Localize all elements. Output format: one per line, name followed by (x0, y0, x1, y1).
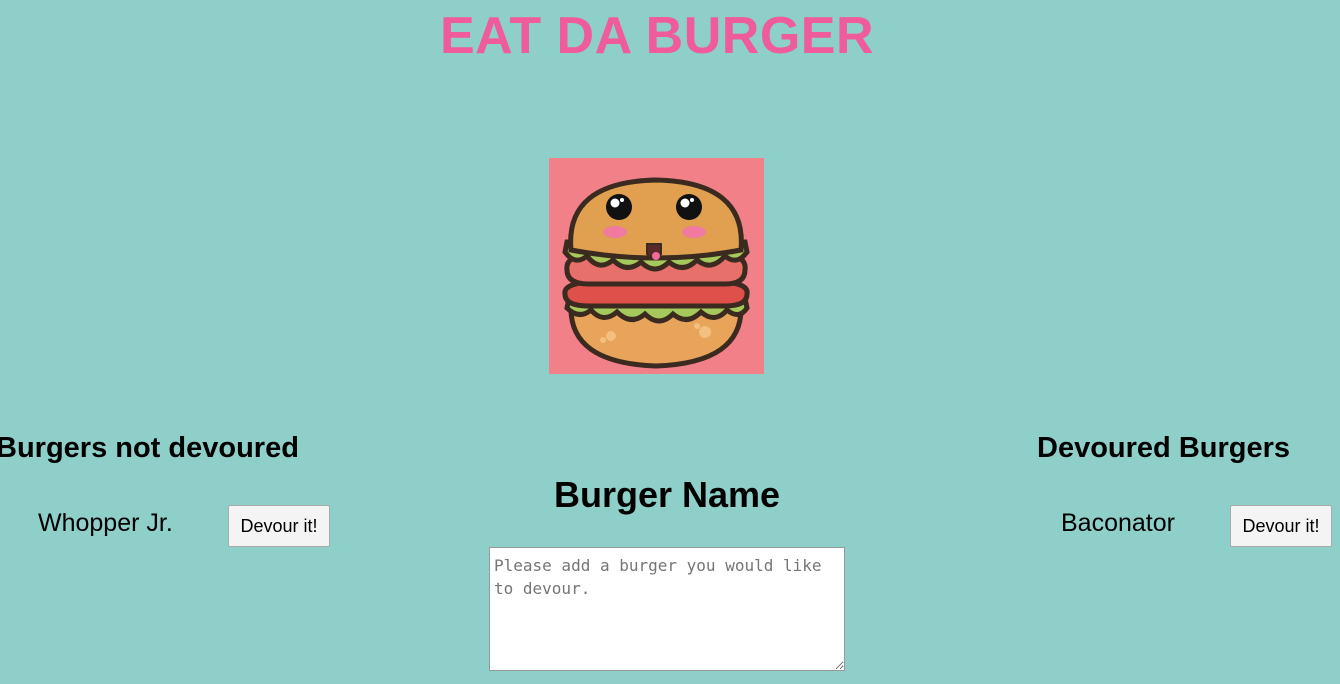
not-devoured-heading: Burgers not devoured (0, 432, 299, 464)
burger-name-input[interactable] (489, 547, 845, 671)
devour-button[interactable]: Devour it! (228, 505, 330, 547)
burger-name-heading: Burger Name (553, 474, 781, 515)
burger-item-name: Whopper Jr. (38, 509, 173, 537)
burger-logo (549, 158, 764, 374)
devoured-burger-name: Baconator (1061, 509, 1175, 537)
devoured-devour-button[interactable]: Devour it! (1230, 505, 1332, 547)
kawaii-burger-icon (562, 177, 750, 369)
page-title: EAT DA BURGER (439, 7, 875, 65)
devoured-heading: Devoured Burgers (1037, 432, 1291, 464)
page: EAT DA BURGER Burgers not devoured Devou… (0, 0, 1340, 684)
